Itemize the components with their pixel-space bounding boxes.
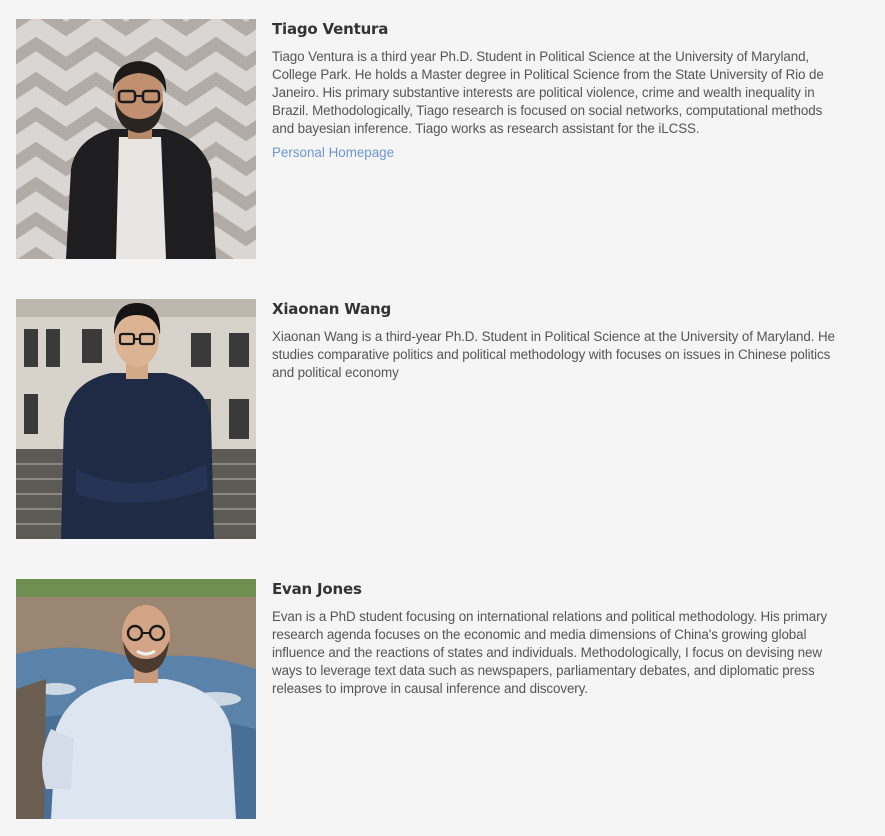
person-name: Xiaonan Wang [272, 300, 391, 318]
personal-homepage-link[interactable]: Personal Homepage [272, 144, 394, 162]
person-bio: Evan is a PhD student focusing on intern… [272, 609, 828, 697]
profile-photo [16, 299, 256, 539]
profile-photo [16, 19, 256, 259]
person-bio: Tiago Ventura is a third year Ph.D. Stud… [272, 49, 824, 137]
person-card-xiaonan-wang: Xiaonan Wang Xiaonan Wang is a third-yea… [16, 299, 876, 539]
person-name: Evan Jones [272, 580, 362, 598]
people-list: Tiago Ventura Tiago Ventura is a third y… [0, 0, 885, 836]
person-card-tiago-ventura: Tiago Ventura Tiago Ventura is a third y… [16, 19, 876, 259]
person-card-evan-jones: Evan Jones Evan is a PhD student focusin… [16, 579, 876, 819]
person-info: Tiago Ventura Tiago Ventura is a third y… [272, 19, 847, 162]
person-bio: Xiaonan Wang is a third-year Ph.D. Stude… [272, 329, 835, 381]
profile-photo [16, 579, 256, 819]
person-info: Xiaonan Wang Xiaonan Wang is a third-yea… [272, 299, 847, 382]
person-name: Tiago Ventura [272, 20, 389, 38]
person-info: Evan Jones Evan is a PhD student focusin… [272, 579, 847, 698]
